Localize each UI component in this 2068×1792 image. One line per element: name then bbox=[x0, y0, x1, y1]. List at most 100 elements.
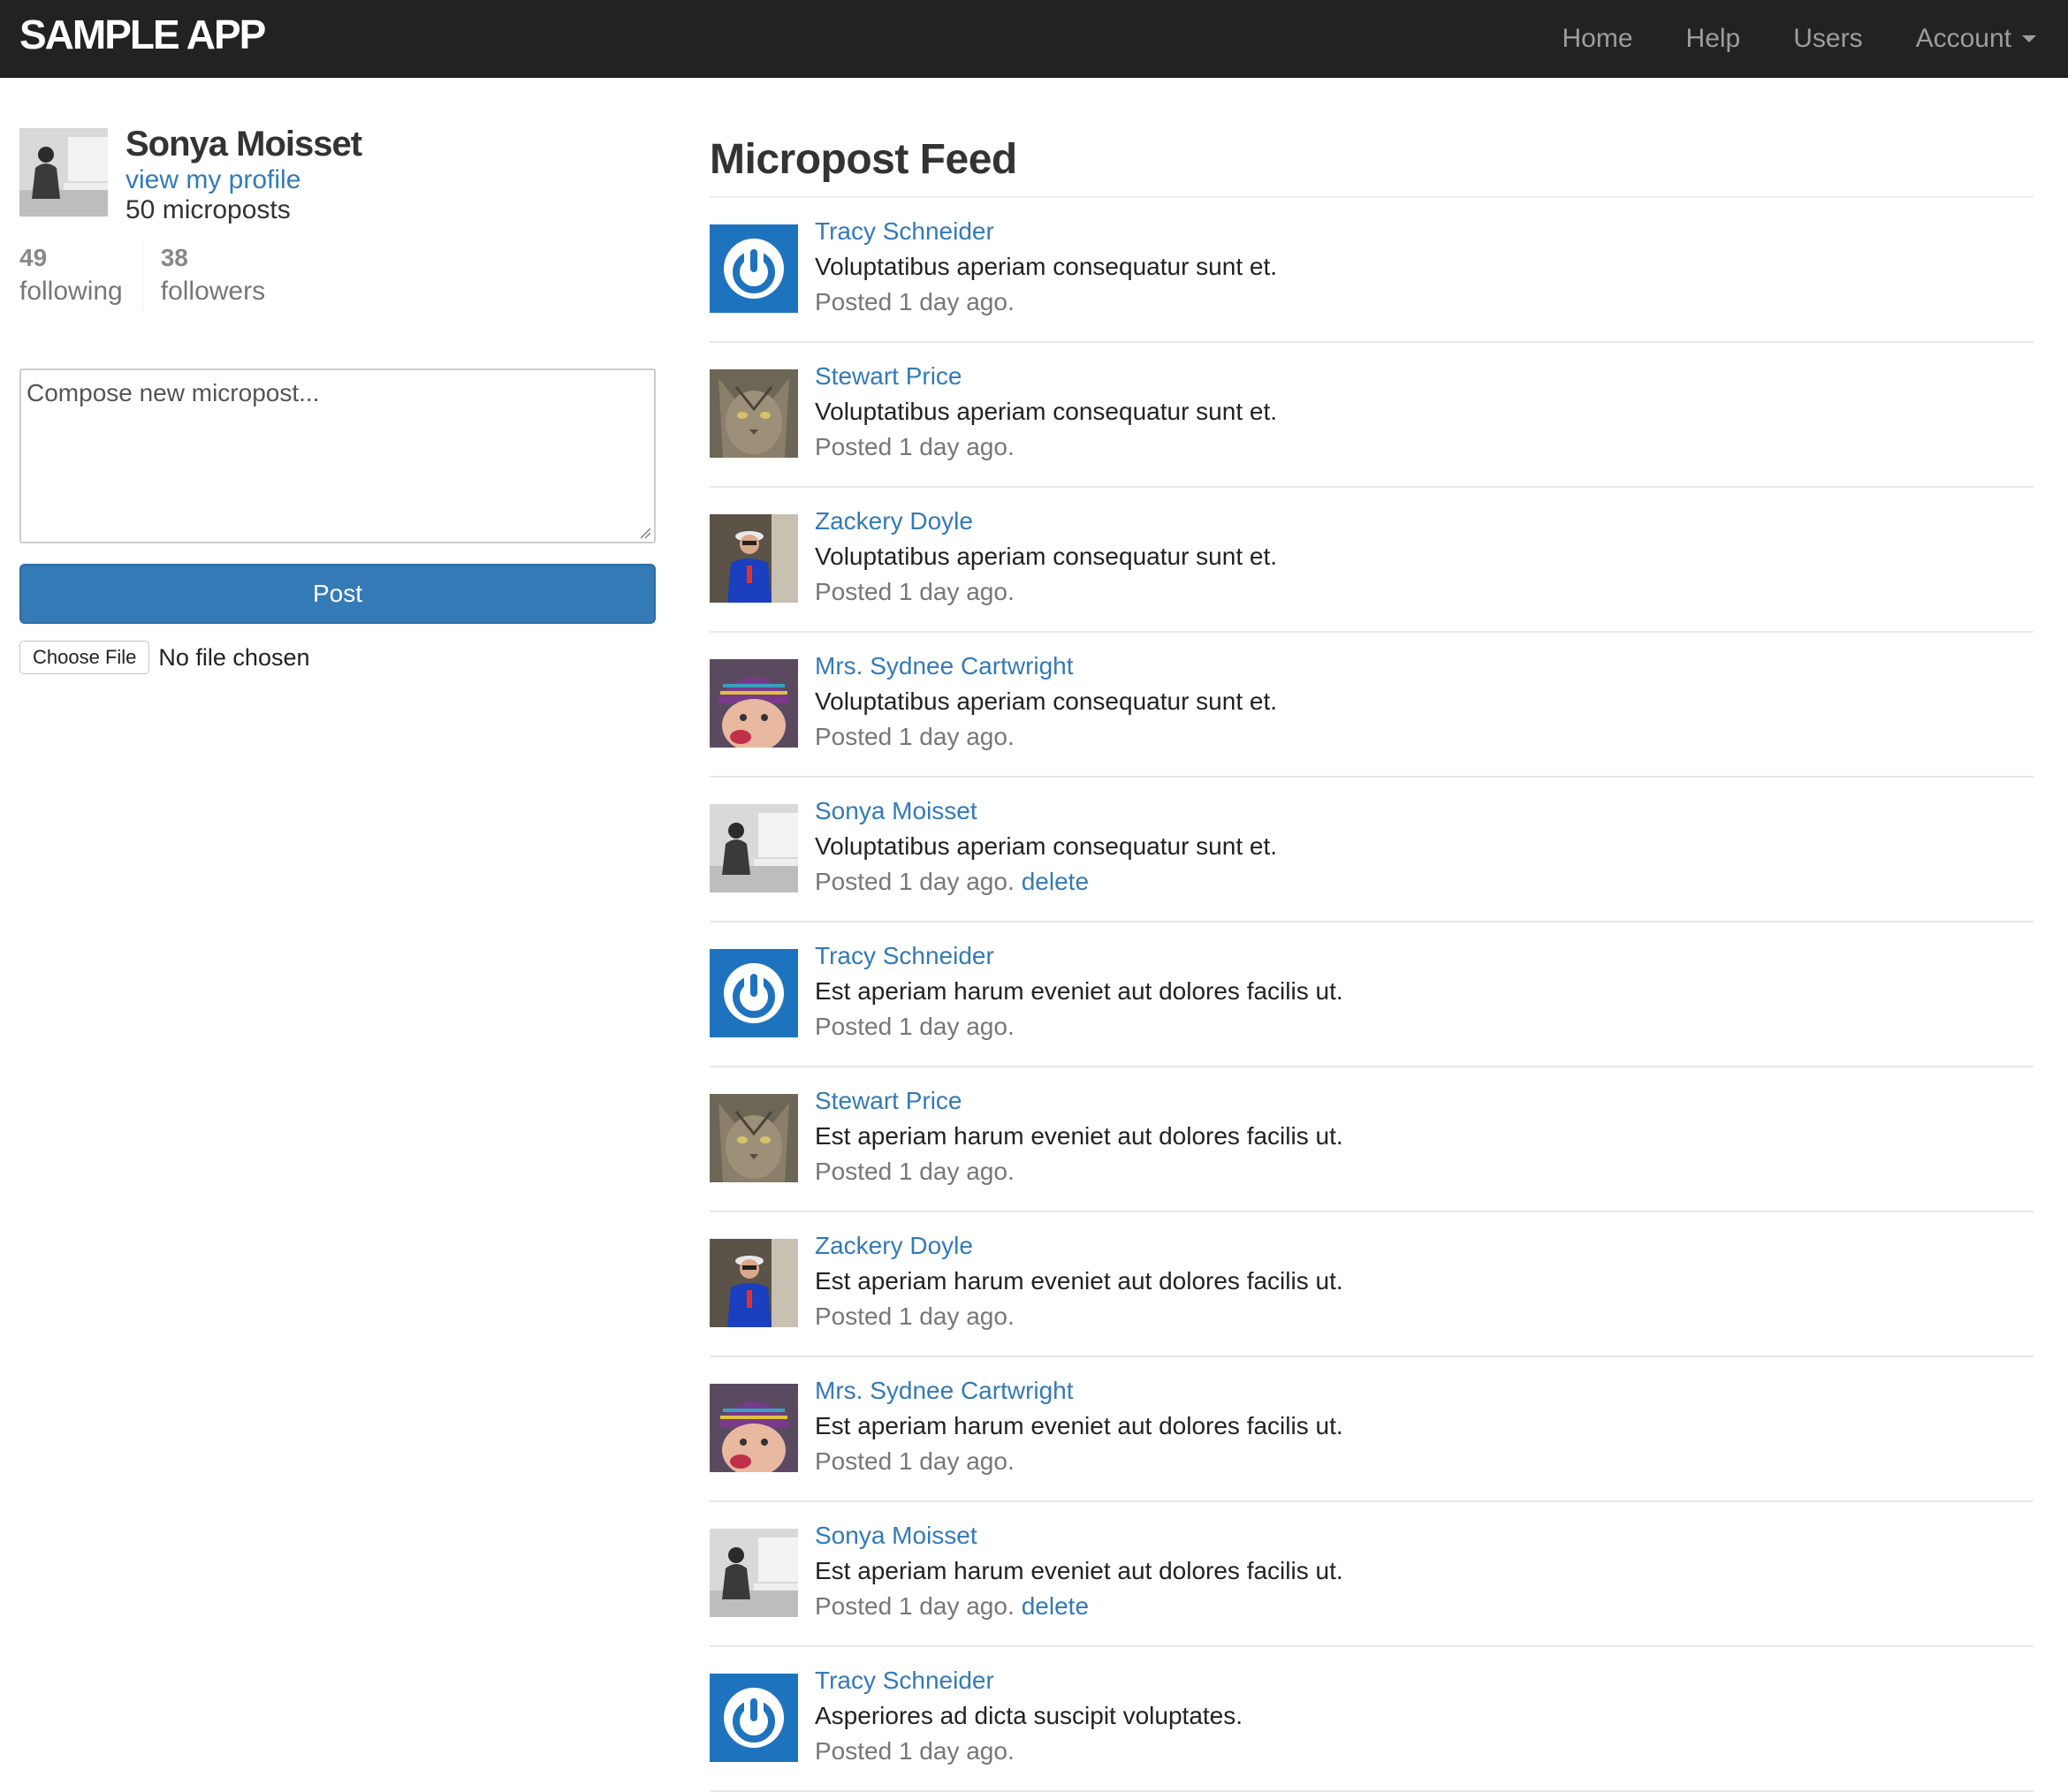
feed-user-link[interactable]: Mrs. Sydnee Cartwright bbox=[815, 652, 1074, 680]
resize-handle-icon[interactable] bbox=[639, 527, 651, 539]
woman-grayscale-avatar[interactable] bbox=[710, 1529, 798, 1617]
nav-help-link[interactable]: Help bbox=[1686, 24, 1741, 54]
feed-content: Voluptatibus aperiam consequatur sunt et… bbox=[815, 253, 1278, 280]
micropost-feed: Micropost Feed Tracy Schneider Voluptatib… bbox=[710, 115, 2034, 1792]
feed-item: Mrs. Sydnee Cartwright Voluptatibus aperi… bbox=[710, 633, 2034, 778]
nav-account-label: Account bbox=[1915, 23, 2011, 53]
person-blue-shirt-avatar[interactable] bbox=[710, 1239, 798, 1327]
cat-photo-avatar[interactable] bbox=[710, 369, 798, 458]
feed-item: Zackery Doyle Est aperiam harum eveniet a… bbox=[710, 1212, 2034, 1357]
feed-timestamp: Posted 1 day ago. bbox=[815, 1158, 1015, 1186]
feed-content: Est aperiam harum eveniet aut dolores fa… bbox=[815, 1412, 1343, 1439]
post-button[interactable]: Post bbox=[19, 564, 656, 624]
power-icon-avatar[interactable] bbox=[710, 949, 798, 1037]
user-avatar[interactable] bbox=[19, 128, 108, 216]
file-status: No file chosen bbox=[158, 643, 310, 671]
feed-time-text: Posted 1 day ago. bbox=[815, 868, 1015, 895]
feed-timestamp: Posted 1 day ago. bbox=[815, 578, 1015, 606]
feed-content: Voluptatibus aperiam consequatur sunt et… bbox=[815, 687, 1278, 715]
followers-stat[interactable]: 38 followers bbox=[141, 243, 285, 310]
choose-file-button[interactable]: Choose File bbox=[19, 641, 150, 674]
baby-beanie-avatar[interactable] bbox=[710, 1384, 798, 1472]
delete-link[interactable]: delete bbox=[1022, 868, 1089, 895]
compose-micropost-textarea[interactable]: Compose new micropost... bbox=[19, 368, 656, 543]
nav-home-link[interactable]: Home bbox=[1562, 24, 1633, 54]
followers-label: followers bbox=[160, 276, 266, 306]
feed-content: Est aperiam harum eveniet aut dolores fa… bbox=[815, 1267, 1343, 1295]
woman-grayscale-avatar[interactable] bbox=[710, 804, 798, 892]
micropost-count: 50 microposts bbox=[125, 195, 291, 224]
feed-time-text: Posted 1 day ago. bbox=[815, 578, 1015, 605]
file-upload: Choose File No file chosen bbox=[19, 641, 310, 674]
compose-placeholder: Compose new micropost... bbox=[27, 379, 320, 406]
feed-time-text: Posted 1 day ago. bbox=[815, 433, 1015, 460]
cat-photo-avatar[interactable] bbox=[710, 1094, 798, 1182]
feed-user-link[interactable]: Tracy Schneider bbox=[815, 217, 994, 246]
feed-time-text: Posted 1 day ago. bbox=[815, 1592, 1015, 1620]
feed-item: Zackery Doyle Voluptatibus aperiam conseq… bbox=[710, 488, 2034, 633]
feed-item: Tracy Schneider Asperiores ad dicta susci… bbox=[710, 1647, 2034, 1792]
feed-content: Voluptatibus aperiam consequatur sunt et… bbox=[815, 543, 1278, 570]
nav-users-link[interactable]: Users bbox=[1793, 24, 1862, 54]
feed-user-link[interactable]: Mrs. Sydnee Cartwright bbox=[815, 1377, 1074, 1405]
feed-time-text: Posted 1 day ago. bbox=[815, 288, 1015, 315]
following-label: following bbox=[19, 276, 123, 306]
top-navbar: SAMPLE APP Home Help Users Account bbox=[0, 0, 2068, 78]
feed-user-link[interactable]: Stewart Price bbox=[815, 1087, 962, 1115]
feed-item: Stewart Price Est aperiam harum eveniet a… bbox=[710, 1067, 2034, 1212]
feed-content: Est aperiam harum eveniet aut dolores fa… bbox=[815, 1122, 1343, 1150]
user-name: Sonya Moisset bbox=[125, 125, 362, 163]
caret-down-icon bbox=[2022, 34, 2036, 42]
followers-count: 38 bbox=[160, 244, 188, 271]
power-icon-avatar[interactable] bbox=[710, 1674, 798, 1762]
view-profile-link[interactable]: view my profile bbox=[125, 165, 300, 195]
feed-timestamp: Posted 1 day ago. bbox=[815, 1302, 1015, 1331]
nav-links: Home Help Users Account bbox=[1509, 0, 2036, 77]
feed-content: Est aperiam harum eveniet aut dolores fa… bbox=[815, 1557, 1343, 1584]
feed-user-link[interactable]: Tracy Schneider bbox=[815, 1667, 994, 1695]
user-info: Sonya Moisset view my profile 50 micropo… bbox=[19, 125, 656, 234]
baby-beanie-avatar[interactable] bbox=[710, 659, 798, 748]
feed-user-link[interactable]: Stewart Price bbox=[815, 362, 962, 391]
feed-list: Tracy Schneider Voluptatibus aperiam cons… bbox=[710, 198, 2034, 1792]
feed-content: Asperiores ad dicta suscipit voluptates. bbox=[815, 1702, 1243, 1729]
user-sidebar: Sonya Moisset view my profile 50 micropo… bbox=[19, 125, 656, 674]
feed-timestamp: Posted 1 day ago. bbox=[815, 1737, 1015, 1765]
feed-timestamp: Posted 1 day ago. bbox=[815, 1013, 1015, 1041]
brand-logo[interactable]: SAMPLE APP bbox=[19, 9, 266, 62]
person-blue-shirt-avatar[interactable] bbox=[710, 514, 798, 603]
following-stat[interactable]: 49 following bbox=[19, 243, 142, 310]
feed-content: Voluptatibus aperiam consequatur sunt et… bbox=[815, 398, 1278, 425]
feed-item: Tracy Schneider Voluptatibus aperiam cons… bbox=[710, 198, 2034, 343]
feed-item: Sonya Moisset Est aperiam harum eveniet a… bbox=[710, 1502, 2034, 1647]
feed-user-link[interactable]: Sonya Moisset bbox=[815, 797, 977, 825]
power-icon-avatar[interactable] bbox=[710, 224, 798, 313]
feed-time-text: Posted 1 day ago. bbox=[815, 1302, 1015, 1330]
feed-title: Micropost Feed bbox=[710, 115, 2034, 198]
feed-item: Stewart Price Voluptatibus aperiam conseq… bbox=[710, 343, 2034, 488]
feed-user-link[interactable]: Tracy Schneider bbox=[815, 942, 994, 970]
feed-item: Mrs. Sydnee Cartwright Est aperiam harum … bbox=[710, 1357, 2034, 1502]
delete-link[interactable]: delete bbox=[1022, 1592, 1089, 1620]
feed-timestamp: Posted 1 day ago. bbox=[815, 723, 1015, 751]
feed-time-text: Posted 1 day ago. bbox=[815, 1158, 1015, 1185]
feed-time-text: Posted 1 day ago. bbox=[815, 723, 1015, 750]
feed-item: Sonya Moisset Voluptatibus aperiam conseq… bbox=[710, 778, 2034, 923]
feed-timestamp: Posted 1 day ago. delete bbox=[815, 868, 1089, 896]
feed-item: Tracy Schneider Est aperiam harum eveniet… bbox=[710, 923, 2034, 1067]
feed-user-link[interactable]: Zackery Doyle bbox=[815, 1232, 973, 1260]
feed-timestamp: Posted 1 day ago. bbox=[815, 1447, 1015, 1476]
feed-timestamp: Posted 1 day ago. delete bbox=[815, 1592, 1089, 1621]
feed-timestamp: Posted 1 day ago. bbox=[815, 433, 1015, 461]
feed-user-link[interactable]: Sonya Moisset bbox=[815, 1522, 977, 1550]
feed-timestamp: Posted 1 day ago. bbox=[815, 288, 1015, 316]
feed-time-text: Posted 1 day ago. bbox=[815, 1447, 1015, 1475]
following-count: 49 bbox=[19, 244, 48, 271]
nav-account-dropdown[interactable]: Account bbox=[1916, 24, 2036, 54]
feed-time-text: Posted 1 day ago. bbox=[815, 1737, 1015, 1765]
feed-user-link[interactable]: Zackery Doyle bbox=[815, 507, 973, 535]
feed-time-text: Posted 1 day ago. bbox=[815, 1013, 1015, 1040]
user-stats: 49 following 38 followers bbox=[19, 243, 285, 310]
feed-content: Est aperiam harum eveniet aut dolores fa… bbox=[815, 977, 1343, 1005]
feed-content: Voluptatibus aperiam consequatur sunt et… bbox=[815, 832, 1278, 860]
